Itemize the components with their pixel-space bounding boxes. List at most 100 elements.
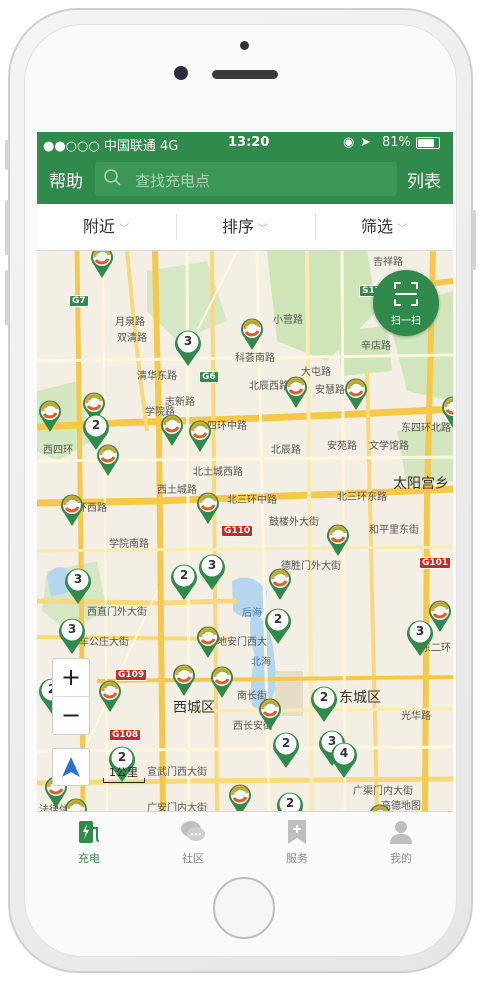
cluster-count: 4 [339, 746, 349, 760]
charging-station-pin[interactable] [97, 679, 123, 713]
power-button [472, 210, 476, 270]
map-label: 科荟南路 [235, 353, 275, 364]
station-cluster-marker[interactable]: 3 [57, 617, 87, 655]
battery-percent: 81% [382, 135, 411, 150]
tab-profile[interactable]: 我的 [349, 812, 453, 867]
charging-station-pin[interactable] [440, 395, 453, 429]
filter-sort-tab[interactable]: 排序 ﹀ [176, 204, 314, 250]
cluster-count: 3 [67, 622, 77, 636]
map-label: 小营路 [273, 315, 303, 326]
district-label: 东城区 [339, 690, 381, 706]
map-label: 北三环中路 [227, 495, 277, 506]
volume-up-button [5, 200, 9, 255]
charging-station-pin[interactable] [227, 783, 253, 811]
zoom-in-button[interactable]: + [53, 659, 89, 697]
zoom-out-button[interactable]: − [53, 697, 89, 734]
rotation-lock-icon: ◉ [343, 135, 355, 150]
charging-station-pin[interactable] [325, 523, 351, 557]
charging-station-pin[interactable] [159, 413, 185, 447]
cluster-count: 2 [179, 568, 189, 582]
map-label: 和平里东街 [369, 525, 419, 536]
map-label: 光华路 [401, 711, 431, 722]
help-button[interactable]: 帮助 [49, 167, 83, 192]
cluster-count: 2 [117, 750, 127, 764]
map-label: 西土城路 [157, 485, 197, 496]
charging-station-pin[interactable] [367, 803, 393, 811]
map-scale-bar [103, 778, 145, 783]
map-label: 北土城西路 [193, 467, 243, 478]
filter-filter-tab[interactable]: 筛选 ﹀ [315, 204, 453, 250]
map-label: 鼓楼外大街 [269, 517, 319, 528]
search-input[interactable]: 查找充电点 [95, 162, 397, 196]
tab-service[interactable]: 服务 [245, 812, 349, 867]
highway-badge: G110 [221, 525, 254, 537]
district-label: 西城区 [173, 700, 215, 716]
charging-station-pin[interactable] [63, 797, 89, 811]
charging-station-pin[interactable] [89, 251, 115, 279]
cluster-count: 2 [273, 612, 283, 626]
map-label: 广渠门内大街 [353, 786, 413, 797]
station-cluster-marker[interactable]: 2 [271, 731, 301, 769]
map-label: 地安门西大 [217, 637, 267, 648]
app-header: 帮助 查找充电点 列表 [37, 154, 453, 204]
highway-badge: G6 [199, 371, 219, 383]
map-label: 双清路 [117, 333, 147, 344]
user-icon [390, 821, 412, 844]
chevron-down-icon: ﹀ [397, 224, 407, 235]
charging-station-pin[interactable] [239, 317, 265, 351]
charging-station-pin[interactable] [37, 399, 63, 433]
proximity-sensor [240, 41, 249, 50]
locate-button[interactable] [52, 748, 90, 786]
tab-charging-label: 充电 [78, 852, 100, 865]
tab-community[interactable]: 社区 [141, 812, 245, 867]
map-label: 太阳宫乡 [393, 476, 449, 492]
charging-station-pin[interactable] [267, 567, 293, 601]
scan-icon [394, 282, 418, 306]
station-cluster-marker[interactable]: 3 [63, 567, 93, 605]
list-view-button[interactable]: 列表 [407, 167, 441, 192]
station-cluster-marker[interactable]: 2 [81, 413, 111, 451]
home-button[interactable] [213, 877, 275, 939]
station-map[interactable]: 月泉路 清华东路 志新路 北四环中路 北土城西路 北三环中路 北三环东路 学院南… [37, 251, 453, 811]
map-label: 西直门外大街 [87, 607, 147, 618]
tab-charging[interactable]: 充电 [37, 812, 141, 867]
chevron-down-icon: ﹀ [119, 224, 129, 235]
bottom-tab-bar: 充电 社区 服务 我的 [37, 811, 453, 867]
search-placeholder: 查找充电点 [135, 172, 211, 190]
station-cluster-marker[interactable]: 3 [173, 329, 203, 367]
status-bar: ●●○○○ 中国联通 4G 13:20 ◉ ➤ 81% [37, 132, 453, 154]
cluster-count: 2 [281, 736, 291, 750]
station-cluster-marker[interactable]: 2 [169, 563, 199, 601]
chevron-down-icon: ﹀ [258, 224, 268, 235]
scan-button[interactable]: 扫一扫 [373, 270, 439, 336]
map-label: 安苑路 [327, 441, 357, 452]
filter-filter-label: 筛选 [360, 217, 393, 236]
location-arrow-icon: ➤ [360, 135, 371, 150]
station-cluster-marker[interactable]: 2 [275, 791, 305, 811]
charging-station-pin[interactable] [343, 377, 369, 411]
station-cluster-marker[interactable]: 3 [197, 553, 227, 591]
charging-station-pin[interactable] [59, 493, 85, 527]
charging-station-pin[interactable] [195, 491, 221, 525]
charging-station-pin[interactable] [209, 665, 235, 699]
charging-station-pin[interactable] [187, 419, 213, 453]
filter-nearby-label: 附近 [82, 217, 115, 236]
charging-station-pin[interactable] [257, 697, 283, 731]
charging-station-pin[interactable] [283, 375, 309, 409]
station-cluster-marker[interactable]: 4 [329, 741, 359, 779]
front-camera [174, 66, 188, 80]
charging-station-pin[interactable] [195, 625, 221, 659]
filter-nearby-tab[interactable]: 附近 ﹀ [37, 204, 175, 250]
map-label: 北三环东路 [337, 492, 387, 503]
app-screen: ●●○○○ 中国联通 4G 13:20 ◉ ➤ 81% 帮助 查找充电点 列表 … [37, 132, 453, 867]
chat-bubble-icon [181, 821, 205, 841]
station-cluster-marker[interactable]: 2 [263, 607, 293, 645]
station-cluster-marker[interactable]: 3 [405, 619, 435, 657]
bookmark-plus-icon [288, 820, 306, 844]
station-cluster-marker[interactable]: 2 [309, 685, 339, 723]
charging-station-pin[interactable] [171, 663, 197, 697]
map-label: 文学馆路 [369, 441, 409, 452]
map-label: 安慧路 [315, 385, 345, 396]
map-label: 宣武门西大街 [147, 767, 207, 778]
battery-icon [416, 137, 440, 149]
